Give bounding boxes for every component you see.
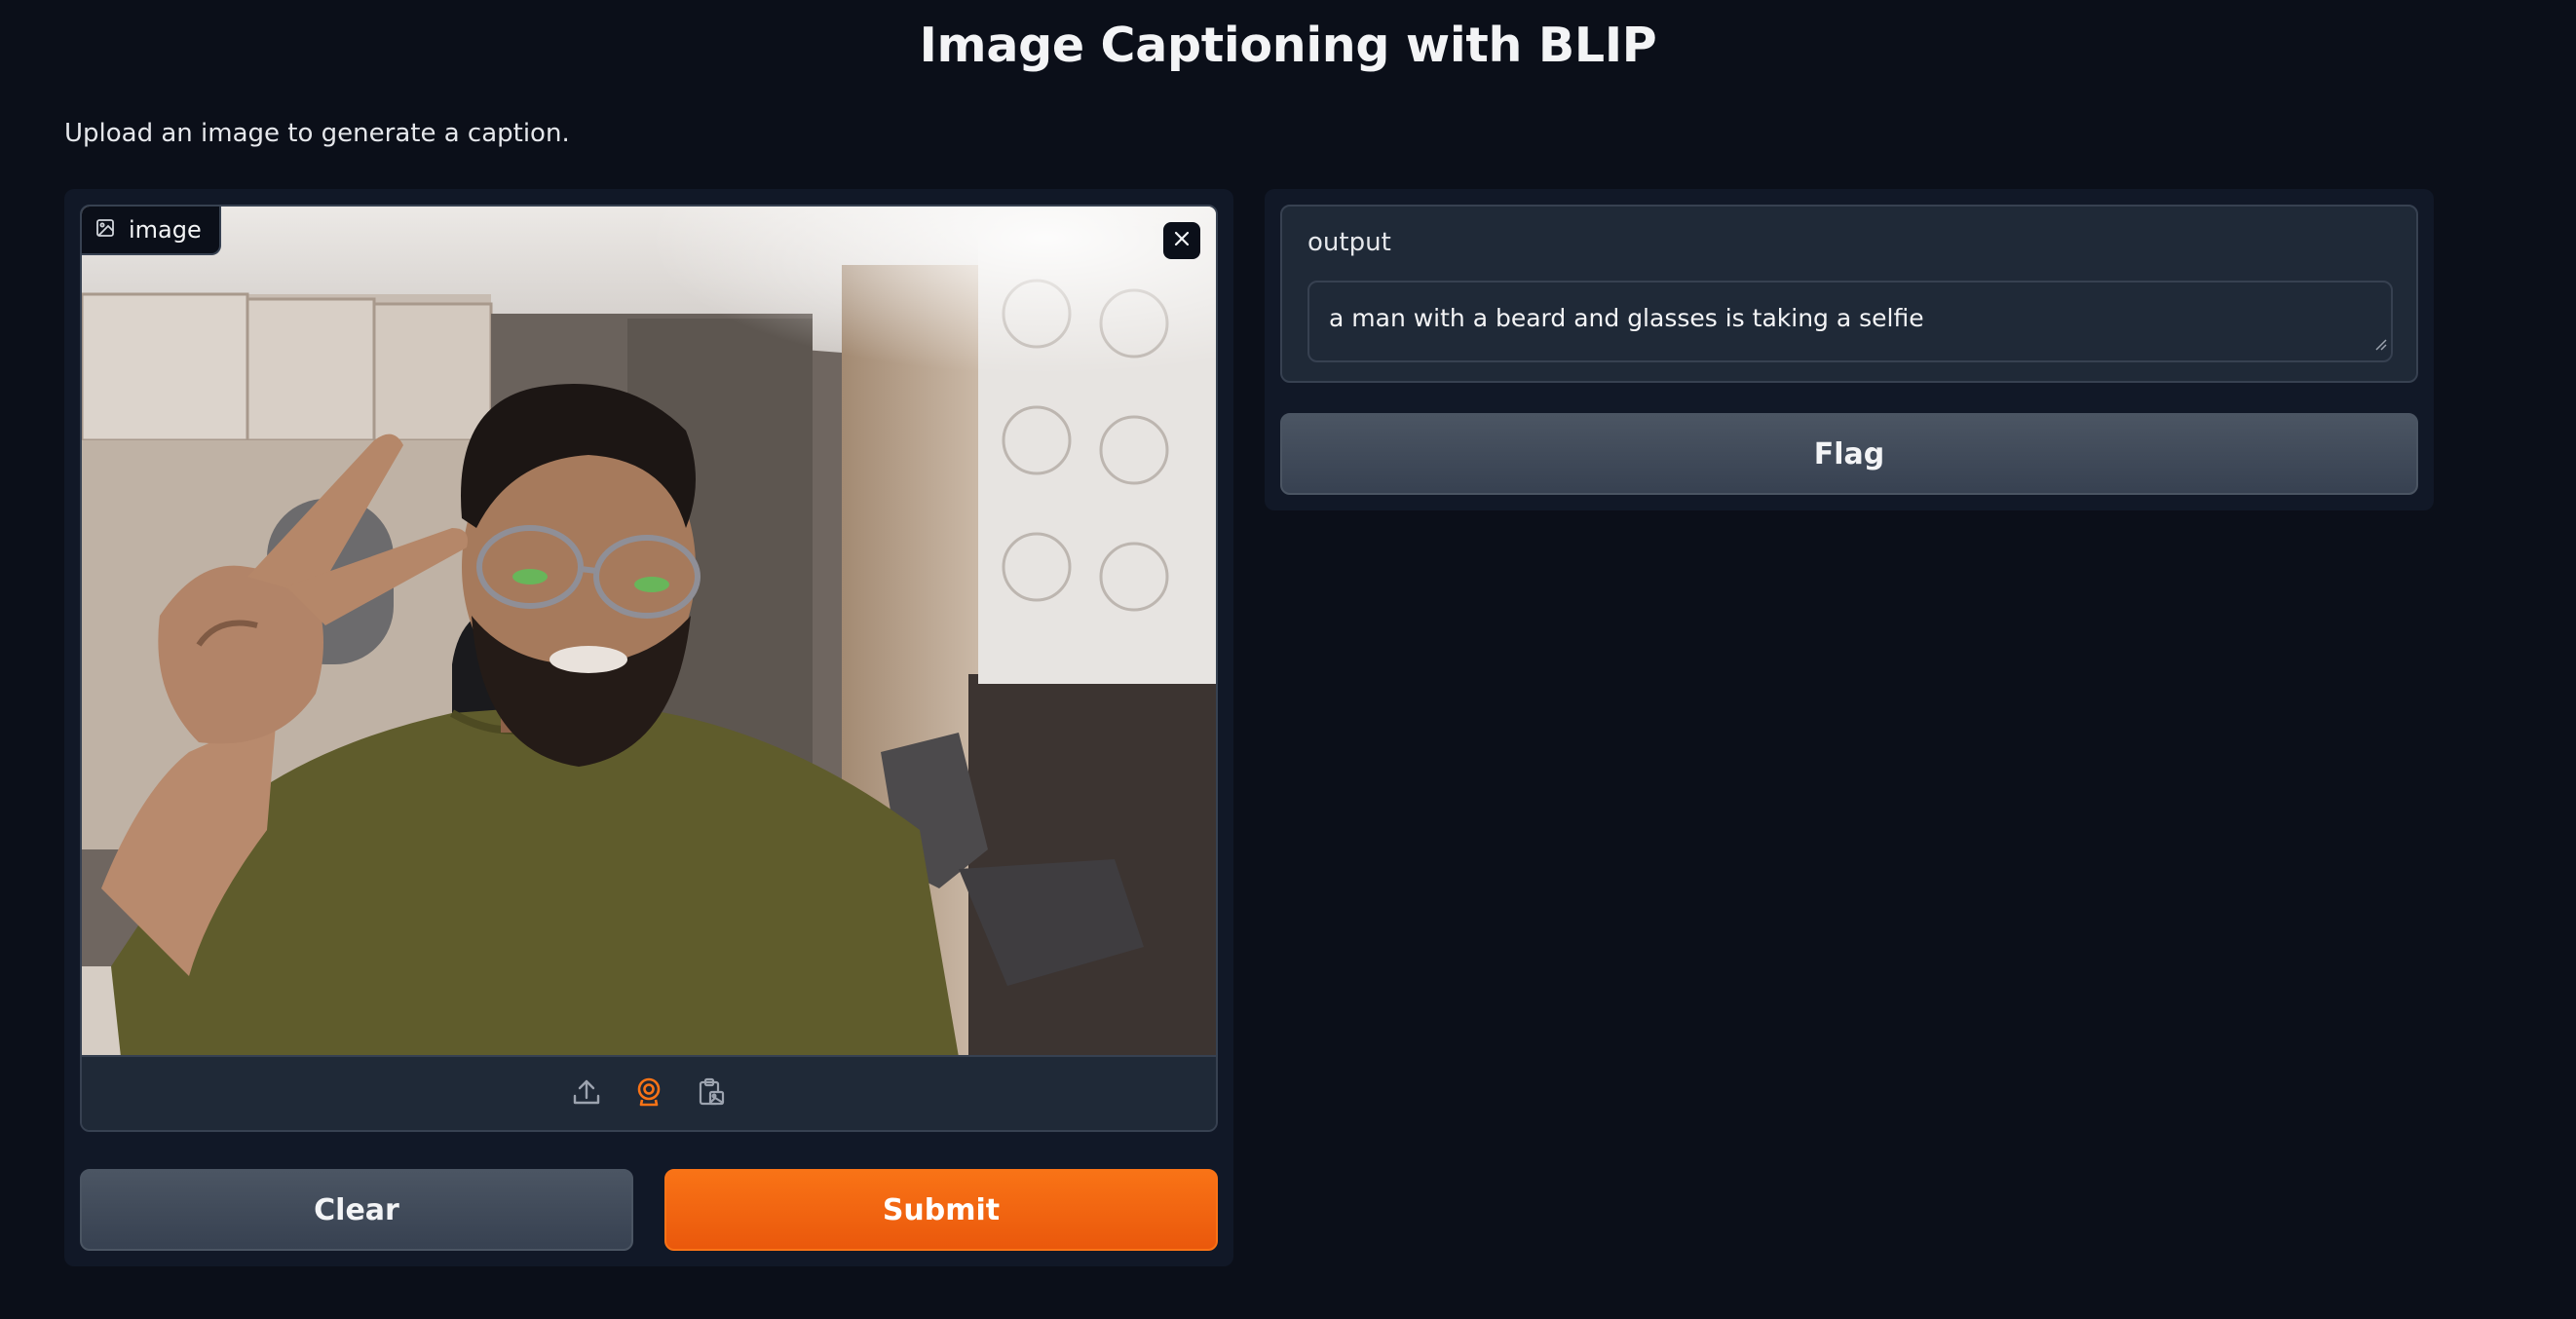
output-label: output [1307, 228, 1391, 257]
webcam-icon [633, 1076, 664, 1112]
flag-button[interactable]: Flag [1280, 413, 2418, 495]
upload-icon [571, 1076, 602, 1112]
output-textbox: output a man with a beard and glasses is… [1280, 205, 2418, 383]
close-icon [1173, 230, 1191, 251]
clear-button[interactable]: Clear [80, 1169, 633, 1251]
webcam-source-button[interactable] [630, 1075, 667, 1112]
image-input-label: image [82, 207, 221, 255]
upload-source-button[interactable] [568, 1075, 605, 1112]
app-page: Image Captioning with BLIP Upload an ima… [0, 0, 2576, 1319]
output-field[interactable]: a man with a beard and glasses is taking… [1307, 281, 2393, 362]
page-title: Image Captioning with BLIP [919, 18, 1657, 73]
input-panel: image Clear Submit [64, 189, 1233, 1266]
image-input-label-text: image [129, 216, 202, 244]
image-source-toolbar [82, 1055, 1216, 1130]
clear-image-button[interactable] [1163, 222, 1200, 259]
page-description: Upload an image to generate a caption. [64, 119, 570, 148]
output-text: a man with a beard and glasses is taking… [1329, 304, 1924, 332]
output-panel: output a man with a beard and glasses is… [1265, 189, 2434, 510]
image-input[interactable]: image [80, 205, 1218, 1132]
submit-button[interactable]: Submit [664, 1169, 1218, 1251]
uploaded-photo [82, 207, 1216, 1057]
clipboard-source-button[interactable] [693, 1075, 730, 1112]
resize-handle-icon[interactable] [2373, 328, 2387, 357]
clipboard-icon [696, 1076, 727, 1112]
image-icon [95, 218, 115, 242]
